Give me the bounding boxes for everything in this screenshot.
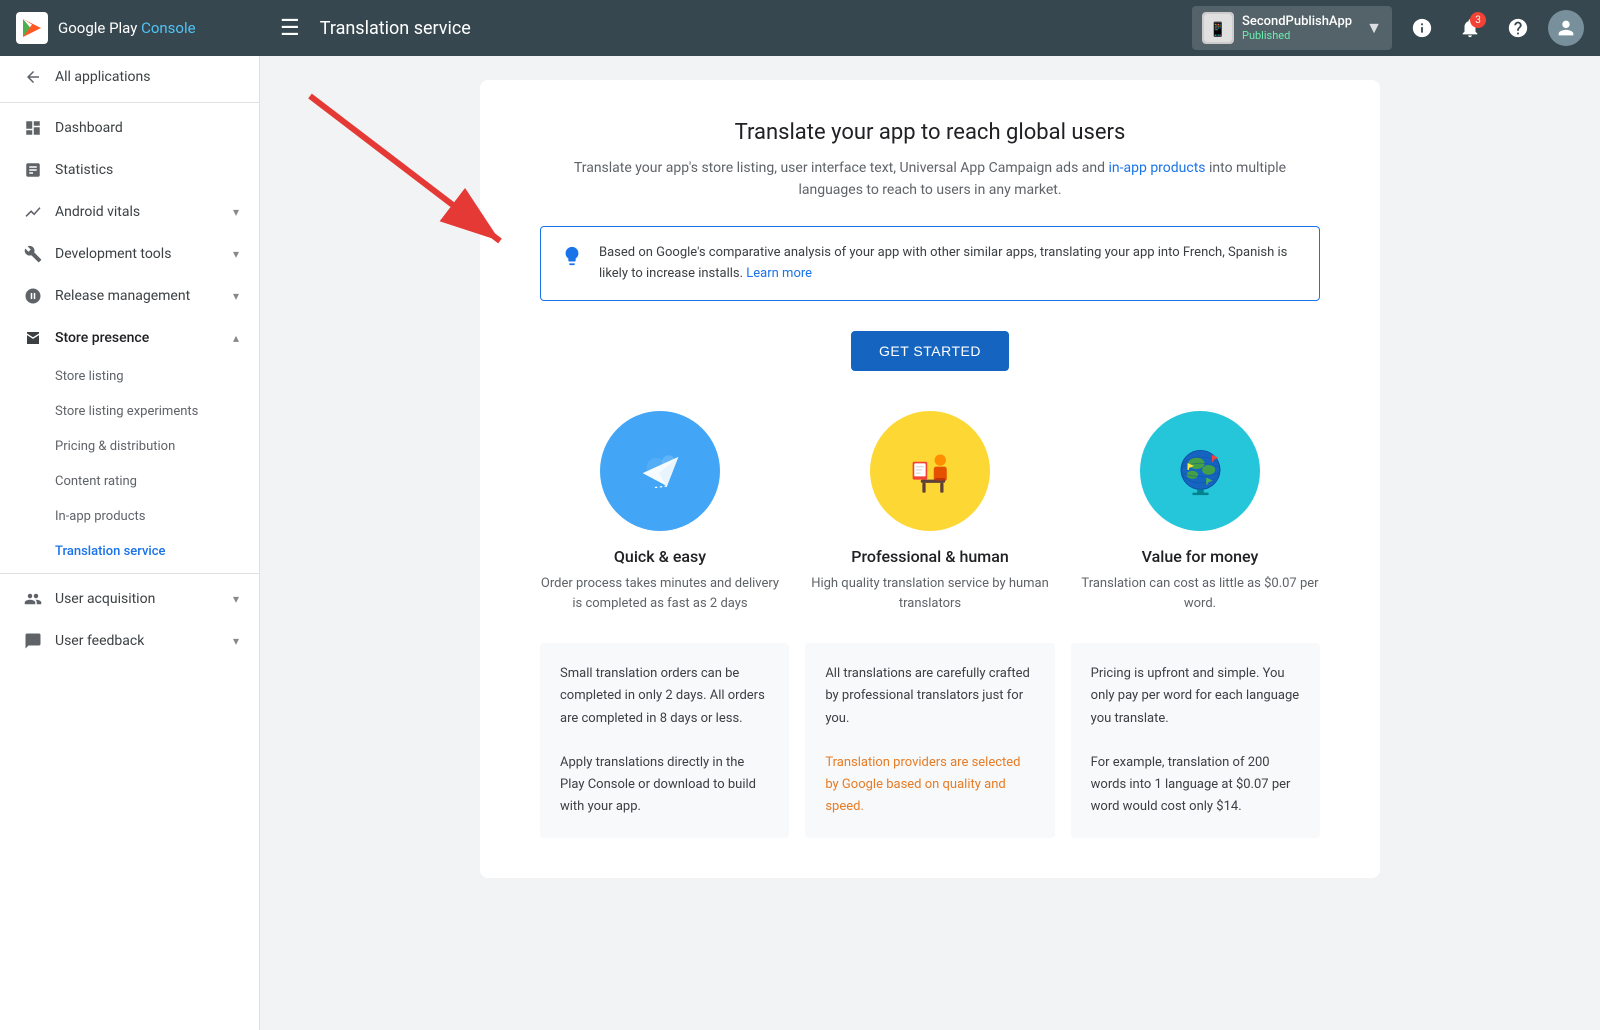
info-box: Based on Google's comparative analysis o… xyxy=(540,226,1320,302)
android-vitals-chevron: ▾ xyxy=(233,205,239,219)
store-presence-icon xyxy=(23,329,43,347)
sidebar-item-translation-service[interactable]: Translation service xyxy=(0,534,259,569)
statistics-icon xyxy=(23,161,43,179)
detail-card-2: All translations are carefully crafted b… xyxy=(805,643,1054,838)
feature-value-for-money: Value for money Translation can cost as … xyxy=(1080,411,1320,613)
content-rating-label: Content rating xyxy=(55,474,137,489)
in-app-products-label: In-app products xyxy=(55,509,145,524)
sidebar-item-content-rating[interactable]: Content rating xyxy=(0,464,259,499)
professional-human-desc: High quality translation service by huma… xyxy=(810,574,1050,613)
sidebar-item-all-applications[interactable]: All applications xyxy=(0,56,259,98)
sidebar-item-store-presence[interactable]: Store presence ▴ xyxy=(0,317,259,359)
svg-text:📱: 📱 xyxy=(1209,21,1226,38)
translation-service-label: Translation service xyxy=(55,544,165,559)
pricing-distribution-label: Pricing & distribution xyxy=(55,439,175,454)
hamburger-menu[interactable]: ☰ xyxy=(276,12,304,45)
divider-2 xyxy=(0,573,259,574)
user-acquisition-chevron: ▾ xyxy=(233,592,239,606)
sidebar-item-store-listing-experiments[interactable]: Store listing experiments xyxy=(0,394,259,429)
sidebar-item-pricing-distribution[interactable]: Pricing & distribution xyxy=(0,429,259,464)
main-subtext: Translate your app's store listing, user… xyxy=(540,157,1320,202)
sidebar-item-user-acquisition[interactable]: User acquisition ▾ xyxy=(0,578,259,620)
feature-quick-easy: Quick & easy Order process takes minutes… xyxy=(540,411,780,613)
development-tools-icon xyxy=(23,245,43,263)
app-name: SecondPublishApp xyxy=(1242,14,1358,29)
all-applications-label: All applications xyxy=(55,69,239,85)
sidebar-item-android-vitals[interactable]: Android vitals ▾ xyxy=(0,191,259,233)
store-listing-experiments-label: Store listing experiments xyxy=(55,404,198,419)
logo-area: Google Play Console xyxy=(16,12,276,44)
user-avatar[interactable] xyxy=(1548,10,1584,46)
quick-easy-desc: Order process takes minutes and delivery… xyxy=(540,574,780,613)
app-status: Published xyxy=(1242,29,1358,42)
page-title: Translation service xyxy=(320,18,1192,39)
detail-card-1: Small translation orders can be complete… xyxy=(540,643,789,838)
app-info: SecondPublishApp Published xyxy=(1242,14,1358,42)
value-for-money-title: Value for money xyxy=(1080,547,1320,566)
user-acquisition-icon xyxy=(23,590,43,608)
back-icon xyxy=(23,68,43,86)
release-management-chevron: ▾ xyxy=(233,289,239,303)
sidebar-item-statistics[interactable]: Statistics xyxy=(0,149,259,191)
user-acquisition-label: User acquisition xyxy=(55,591,221,607)
dashboard-label: Dashboard xyxy=(55,120,239,136)
app-selector-chevron: ▼ xyxy=(1366,18,1382,38)
sidebar-item-store-listing[interactable]: Store listing xyxy=(0,359,259,394)
value-for-money-icon xyxy=(1140,411,1260,531)
info-button[interactable] xyxy=(1404,10,1440,46)
divider-1 xyxy=(0,102,259,103)
development-tools-label: Development tools xyxy=(55,246,221,262)
feature-professional-human: Professional & human High quality transl… xyxy=(810,411,1050,613)
notifications-button[interactable]: 3 xyxy=(1452,10,1488,46)
android-vitals-icon xyxy=(23,203,43,221)
statistics-label: Statistics xyxy=(55,162,239,178)
professional-human-icon xyxy=(870,411,990,531)
logo-text: Google Play Console xyxy=(58,19,196,37)
user-feedback-label: User feedback xyxy=(55,633,221,649)
lightbulb-icon xyxy=(561,245,583,272)
quick-easy-icon xyxy=(600,411,720,531)
store-presence-label: Store presence xyxy=(55,330,221,346)
right-controls: 📱 SecondPublishApp Published ▼ 3 xyxy=(1192,6,1584,50)
features-row: Quick & easy Order process takes minutes… xyxy=(540,411,1320,613)
development-tools-chevron: ▾ xyxy=(233,247,239,261)
sidebar: All applications Dashboard Statistics An… xyxy=(0,56,260,1030)
store-listing-label: Store listing xyxy=(55,369,124,384)
app-selector[interactable]: 📱 SecondPublishApp Published ▼ xyxy=(1192,6,1392,50)
release-management-icon xyxy=(23,287,43,305)
android-vitals-label: Android vitals xyxy=(55,204,221,220)
sidebar-item-user-feedback[interactable]: User feedback ▾ xyxy=(0,620,259,662)
user-feedback-icon xyxy=(23,632,43,650)
store-presence-chevron: ▴ xyxy=(233,331,239,345)
main-heading: Translate your app to reach global users xyxy=(540,120,1320,145)
release-management-label: Release management xyxy=(55,288,221,304)
dashboard-icon xyxy=(23,119,43,137)
user-feedback-chevron: ▾ xyxy=(233,634,239,648)
professional-human-title: Professional & human xyxy=(810,547,1050,566)
body-layout: All applications Dashboard Statistics An… xyxy=(0,56,1600,1030)
content-card: Translate your app to reach global users… xyxy=(480,80,1380,878)
sidebar-item-development-tools[interactable]: Development tools ▾ xyxy=(0,233,259,275)
app-icon: 📱 xyxy=(1202,12,1234,44)
top-header: Google Play Console ☰ Translation servic… xyxy=(0,0,1600,56)
sidebar-item-in-app-products[interactable]: In-app products xyxy=(0,499,259,534)
value-for-money-desc: Translation can cost as little as $0.07 … xyxy=(1080,574,1320,613)
get-started-button[interactable]: GET STARTED xyxy=(851,331,1009,371)
main-content: Translate your app to reach global users… xyxy=(260,56,1600,1030)
detail-row: Small translation orders can be complete… xyxy=(540,643,1320,838)
help-button[interactable] xyxy=(1500,10,1536,46)
info-text: Based on Google's comparative analysis o… xyxy=(599,243,1299,285)
learn-more-link[interactable]: Learn more xyxy=(746,266,812,281)
notification-badge: 3 xyxy=(1470,12,1486,28)
google-play-logo xyxy=(16,12,48,44)
in-app-products-link[interactable]: in-app products xyxy=(1109,160,1206,176)
sidebar-item-dashboard[interactable]: Dashboard xyxy=(0,107,259,149)
sidebar-item-release-management[interactable]: Release management ▾ xyxy=(0,275,259,317)
quick-easy-title: Quick & easy xyxy=(540,547,780,566)
detail-card-3: Pricing is upfront and simple. You only … xyxy=(1071,643,1320,838)
